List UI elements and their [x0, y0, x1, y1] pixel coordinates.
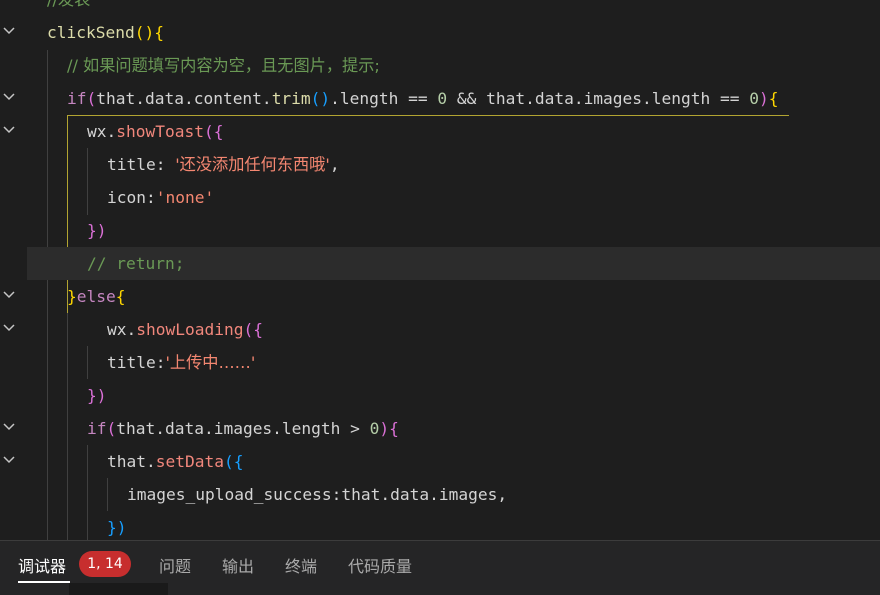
code-text: }) [87, 379, 107, 412]
code-line[interactable]: }) [27, 214, 880, 247]
code-token: that.data.images.length == [486, 89, 750, 108]
code-token: ({ [223, 452, 244, 471]
code-token: if [67, 89, 87, 108]
code-token: '上传中……' [165, 353, 256, 372]
code-token: ( [106, 419, 117, 438]
code-line[interactable]: }) [27, 379, 880, 412]
code-token: images_upload_success:that.data.images, [127, 485, 508, 504]
tab-code-quality[interactable]: 代码质量 [348, 553, 412, 577]
code-text: title: '还没添加任何东西哦', [107, 148, 340, 181]
code-line[interactable]: clickSend(){ [27, 16, 880, 49]
code-token: { [768, 89, 779, 108]
code-line[interactable]: wx.showLoading({ [27, 313, 880, 346]
code-text: title:'上传中……' [107, 346, 255, 379]
code-token: that.data.images.length > [116, 419, 370, 438]
code-token: ({ [243, 320, 263, 339]
code-token: ) [759, 89, 769, 108]
chevron-down-icon[interactable] [0, 418, 18, 438]
code-token: ) [379, 419, 390, 438]
code-token: // 如果问题填写内容为空，且无图片，提示; [67, 56, 380, 75]
code-line[interactable]: }else{ [27, 280, 880, 313]
code-line[interactable]: title: '还没添加任何东西哦', [27, 148, 880, 181]
chevron-down-icon[interactable] [0, 22, 18, 42]
code-token: wx. [87, 122, 117, 141]
code-token: () [310, 89, 331, 108]
code-editor[interactable]: //发表clickSend(){// 如果问题填写内容为空，且无图片，提示;if… [0, 0, 880, 540]
code-text: wx.showLoading({ [107, 313, 263, 346]
code-token: (){ [134, 23, 164, 42]
code-token: 0 [369, 419, 380, 438]
code-token: wx. [107, 320, 137, 339]
chevron-down-icon[interactable] [0, 319, 18, 339]
chevron-down-icon[interactable] [0, 88, 18, 108]
tab-debugger[interactable]: 调试器 [18, 553, 66, 577]
code-text: clickSend(){ [47, 16, 164, 49]
code-line[interactable]: icon:'none' [27, 181, 880, 214]
code-line[interactable]: if(that.data.content.trim().length == 0 … [27, 82, 880, 115]
code-token: { [115, 287, 126, 306]
code-text: wx.showToast({ [87, 115, 223, 148]
error-count-badge: 1, 14 [79, 551, 131, 577]
code-token: ( [86, 89, 97, 108]
code-token: , [329, 155, 340, 174]
code-token: 'none' [155, 188, 215, 207]
code-line[interactable]: //发表 [27, 0, 880, 16]
code-token: }) [87, 221, 107, 240]
code-text: //发表 [47, 0, 90, 16]
code-text: that.setData({ [107, 445, 243, 478]
chevron-down-icon[interactable] [0, 286, 18, 306]
code-token: icon: [107, 188, 156, 207]
code-token: showLoading [136, 320, 244, 339]
code-line[interactable]: if(that.data.images.length > 0){ [27, 412, 880, 445]
code-token: }) [87, 386, 107, 405]
tab-problems[interactable]: 问题 [159, 553, 191, 577]
code-line[interactable]: images_upload_success:that.data.images, [27, 478, 880, 511]
tab-output[interactable]: 输出 [222, 553, 254, 577]
code-token: that. [107, 452, 156, 471]
code-token: // return; [87, 254, 185, 273]
code-token: } [67, 287, 77, 306]
code-token: && [447, 89, 487, 108]
tab-terminal[interactable]: 终端 [285, 553, 317, 577]
code-token: trim [271, 89, 311, 108]
code-line[interactable]: that.setData({ [27, 445, 880, 478]
code-token: 0 [749, 89, 759, 108]
code-token: }) [107, 518, 127, 537]
code-text: icon:'none' [107, 181, 214, 214]
code-token: 0 [437, 89, 448, 108]
code-token: '还没添加任何东西哦' [175, 155, 330, 174]
code-token: ({ [203, 122, 224, 141]
code-line[interactable]: // 如果问题填写内容为空，且无图片，提示; [27, 49, 880, 82]
code-token: that.data.content. [96, 89, 272, 108]
code-text: }) [107, 511, 127, 540]
code-text: // 如果问题填写内容为空，且无图片，提示; [67, 49, 380, 82]
code-token: //发表 [47, 0, 90, 9]
code-text: // return; [87, 247, 184, 280]
code-token: showToast [116, 122, 204, 141]
code-token: title: [107, 155, 176, 174]
code-line[interactable]: }) [27, 511, 880, 540]
code-text: }) [87, 214, 107, 247]
code-text: }else{ [67, 280, 125, 313]
code-token: clickSend [47, 23, 135, 42]
code-token: .length == [330, 89, 438, 108]
code-token: title: [107, 353, 166, 372]
chevron-down-icon[interactable] [0, 451, 18, 471]
code-token: { [389, 419, 399, 438]
code-token: if [87, 419, 107, 438]
current-line[interactable]: // return; [27, 247, 880, 280]
code-text: if(that.data.images.length > 0){ [87, 412, 399, 445]
code-line[interactable]: wx.showToast({ [27, 115, 880, 148]
status-strip [69, 583, 168, 595]
chevron-down-icon[interactable] [0, 121, 18, 141]
code-token: else [76, 287, 116, 306]
active-tab-indicator [18, 581, 70, 583]
code-line[interactable]: title:'上传中……' [27, 346, 880, 379]
code-token: setData [155, 452, 224, 471]
code-text: if(that.data.content.trim().length == 0 … [67, 82, 779, 115]
code-text: images_upload_success:that.data.images, [127, 478, 507, 511]
